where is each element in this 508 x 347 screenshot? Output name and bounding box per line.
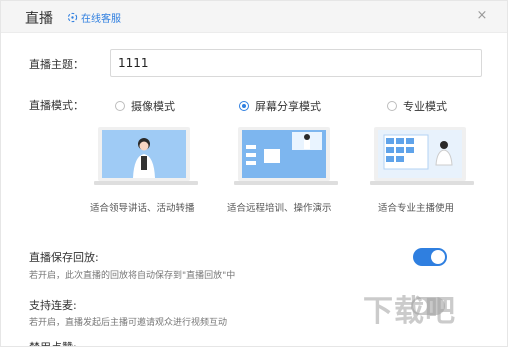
- mode-label: 直播模式：: [29, 99, 84, 112]
- camera-mode-caption: 适合领导讲话、活动转播: [90, 203, 195, 214]
- mode-option-camera-label: 摄像模式: [131, 100, 175, 113]
- camera-mode-illustration: [94, 127, 198, 185]
- mode-option-screen[interactable]: 屏幕分享模式: [239, 98, 321, 114]
- radio-camera[interactable]: [115, 101, 125, 111]
- subject-input[interactable]: 1111: [110, 49, 482, 77]
- watermark-logo: 下载吧: [363, 294, 456, 329]
- pro-mode-illustration: [370, 127, 474, 185]
- save-replay-title: 直播保存回放:: [29, 251, 99, 264]
- dialog-title: 直播: [25, 11, 53, 27]
- pro-mode-caption: 适合专业主播使用: [378, 203, 455, 214]
- screen-share-mode-illustration: [234, 127, 338, 185]
- dialog-header: 直播 在线客服 ×: [1, 1, 507, 33]
- mode-option-pro-label: 专业模式: [403, 100, 447, 113]
- save-replay-desc: 若开启，此次直播的回放将自动保存到"直播回放"中: [29, 271, 236, 281]
- co-host-desc: 若开启，直播发起后主播可邀请观众进行视频互动: [29, 318, 228, 328]
- toggle-knob: [431, 250, 445, 264]
- close-icon[interactable]: ×: [475, 7, 489, 25]
- disable-likes-title: 禁用点赞:: [29, 339, 77, 346]
- radio-pro[interactable]: [387, 101, 397, 111]
- mode-option-pro[interactable]: 专业模式: [387, 98, 447, 114]
- live-dialog: 直播 在线客服 × 直播主题： 1111 直播模式： 摄像模式 屏幕分享模式 专…: [0, 0, 508, 347]
- mode-option-camera[interactable]: 摄像模式: [115, 98, 175, 114]
- save-replay-toggle[interactable]: [413, 248, 447, 266]
- co-host-title: 支持连麦:: [29, 299, 77, 312]
- subject-label: 直播主题：: [29, 58, 84, 71]
- mode-option-screen-label: 屏幕分享模式: [255, 100, 321, 113]
- radio-screen[interactable]: [239, 101, 249, 111]
- online-service-label: 在线客服: [81, 14, 121, 25]
- screen-mode-caption: 适合远程培训、操作演示: [227, 203, 332, 214]
- headset-icon: [67, 12, 78, 23]
- online-service-link[interactable]: 在线客服: [67, 10, 121, 25]
